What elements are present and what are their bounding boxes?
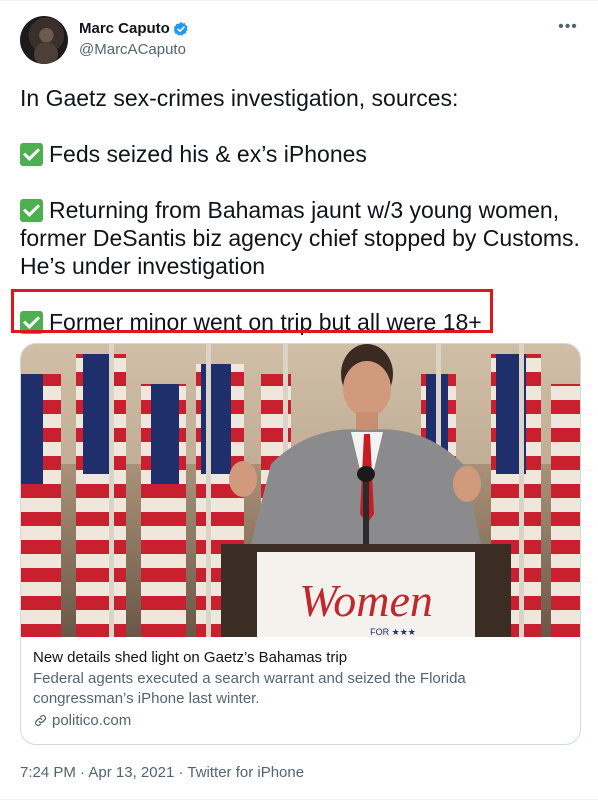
link-preview-card[interactable]: Women FOR ★★★ New details shed light on …	[20, 343, 581, 745]
link-icon	[35, 715, 46, 726]
tweet-line-item: Feds seized his & ex’s iPhones	[20, 140, 580, 168]
card-image: Women FOR ★★★	[21, 344, 580, 637]
card-meta: New details shed light on Gaetz’s Bahama…	[33, 648, 568, 729]
author-display-name[interactable]: Marc Caputo	[79, 20, 170, 37]
tweet-line-item: Returning from Bahamas jaunt w/3 young w…	[20, 196, 580, 224]
tweet-date[interactable]: Apr 13, 2021	[88, 764, 174, 781]
tweet-metadata: 7:24 PM · Apr 13, 2021 · Twitter for iPh…	[20, 764, 304, 781]
card-title[interactable]: New details shed light on Gaetz’s Bahama…	[33, 648, 568, 668]
card-domain[interactable]: politico.com	[52, 712, 131, 729]
tweet-line-text: Feds seized his & ex’s iPhones	[49, 141, 367, 167]
highlight-annotation-box	[11, 289, 493, 333]
card-domain-row[interactable]: politico.com	[33, 712, 568, 729]
tweet-source[interactable]: Twitter for iPhone	[187, 764, 304, 781]
checkmark-icon	[20, 199, 43, 222]
top-divider	[0, 0, 598, 1]
tweet-line: In Gaetz sex-crimes investigation, sourc…	[20, 85, 459, 111]
avatar[interactable]	[20, 16, 68, 64]
separator: ·	[75, 764, 89, 781]
tweet-time[interactable]: 7:24 PM	[20, 764, 76, 781]
checkmark-icon	[20, 143, 43, 166]
podium-sign-text: Women	[299, 575, 433, 626]
tweet-line: He’s under investigation	[20, 253, 266, 279]
card-description: Federal agents executed a search warrant…	[33, 670, 466, 707]
podium-sign-subtext: FOR ★★★	[370, 627, 416, 637]
tweet: Marc Caputo @MarcACaputo ••• In Gaetz se…	[0, 0, 598, 800]
separator: ·	[174, 764, 188, 781]
tweet-line-text: Returning from Bahamas jaunt w/3 young w…	[49, 197, 560, 223]
tweet-line: former DeSantis biz agency chief stopped…	[20, 225, 580, 251]
author-name-row[interactable]: Marc Caputo	[79, 20, 189, 37]
author-handle[interactable]: @MarcACaputo	[79, 41, 186, 58]
more-options-icon[interactable]: •••	[558, 19, 578, 35]
verified-badge-icon	[173, 21, 189, 37]
